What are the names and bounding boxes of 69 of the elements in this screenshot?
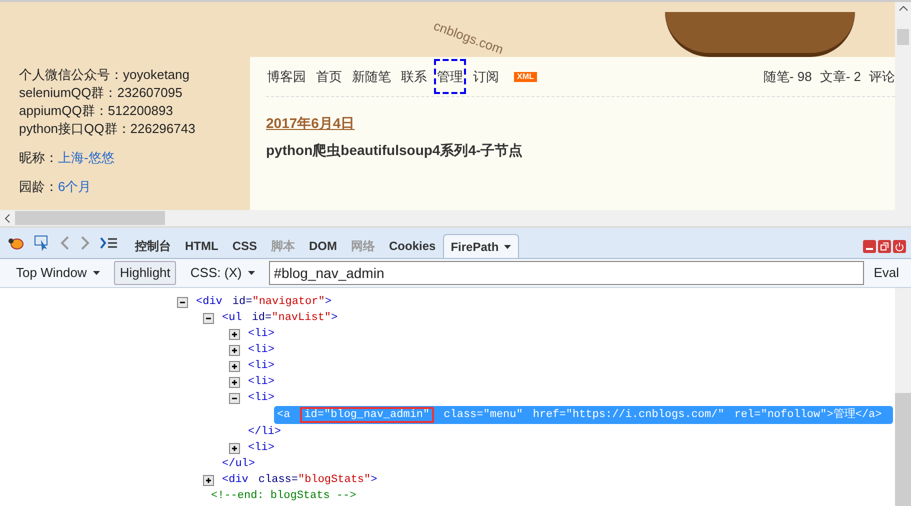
node-tag[interactable]: <div id="navigator">	[196, 294, 332, 310]
panel-tab[interactable]: Cookies	[382, 234, 443, 258]
field-link[interactable]: 6个月	[58, 178, 92, 196]
caret-icon	[248, 271, 255, 275]
bug-icon[interactable]	[8, 236, 24, 250]
comment-text: <!--end: blogStats -->	[211, 488, 356, 504]
contact-line: appiumQQ群：512200893	[19, 102, 174, 120]
stat-text: 随笔- 98	[763, 68, 812, 86]
power-icon[interactable]	[893, 240, 906, 253]
horizontal-scrollbar[interactable]	[0, 210, 911, 226]
node-tag[interactable]: <li>	[248, 358, 274, 374]
collapse-icon[interactable]	[229, 392, 240, 404]
contact-line: seleniumQQ群：232607095	[19, 84, 184, 102]
field-label: 园龄：	[19, 178, 58, 196]
node-tag[interactable]: <ul id="navList">	[222, 310, 338, 326]
query-input[interactable]: #blog_nav_admin	[268, 261, 864, 285]
command-line-icon[interactable]	[100, 237, 118, 249]
vertical-scrollbar[interactable]	[895, 288, 911, 506]
nav-link[interactable]: 订阅	[472, 66, 500, 86]
mode-select[interactable]: CSS: (X)	[182, 261, 263, 285]
node-tag[interactable]: <li>	[248, 342, 274, 358]
expand-icon[interactable]	[203, 474, 214, 486]
field-link[interactable]: 上海-悠悠	[58, 149, 114, 167]
restore-icon[interactable]	[878, 240, 891, 253]
node-tag[interactable]: <li>	[248, 390, 274, 406]
nav-link[interactable]: 管理	[436, 60, 464, 92]
scroll-thumb[interactable]	[897, 29, 909, 45]
closing-tag: </ul>	[222, 456, 256, 472]
contact-line: 个人微信公众号：yoyoketang	[19, 66, 190, 84]
scroll-up-icon[interactable]	[898, 6, 908, 11]
panel-tab[interactable]: HTML	[178, 234, 226, 258]
caret-icon	[504, 244, 511, 248]
scroll-thumb[interactable]	[895, 393, 911, 506]
nav-link[interactable]: 新随笔	[351, 66, 392, 86]
collapse-icon[interactable]	[177, 296, 188, 308]
panel-tab[interactable]: FirePath	[442, 234, 519, 258]
inspect-cursor-icon[interactable]	[34, 235, 50, 251]
minimize-icon[interactable]	[863, 240, 876, 253]
nav-link[interactable]: 联系	[400, 66, 428, 86]
stat-text: 文章- 2	[820, 68, 861, 86]
expand-icon[interactable]	[229, 344, 240, 356]
post-title-link[interactable]: python爬虫beautifulsoup4系列4-子节点	[266, 140, 523, 161]
scroll-thumb[interactable]	[15, 211, 165, 225]
stat-text: 评论	[869, 68, 895, 86]
highlight-box: id="blog_nav_admin"	[300, 407, 434, 423]
expand-icon[interactable]	[229, 360, 240, 372]
field-label: 昵称：	[19, 149, 58, 167]
eval-button[interactable]: Eval	[870, 263, 903, 283]
expand-icon[interactable]	[229, 328, 240, 340]
post-date-link[interactable]: 2017年6月4日	[266, 113, 355, 134]
expand-icon[interactable]	[229, 376, 240, 388]
closing-tag: </li>	[248, 424, 282, 440]
node-tag[interactable]: <li>	[248, 374, 274, 390]
scroll-left-icon[interactable]	[5, 214, 10, 222]
contact-line: python接口QQ群：226296743	[19, 120, 196, 138]
vertical-scrollbar[interactable]	[895, 2, 911, 210]
nav-link[interactable]: 首页	[315, 66, 343, 86]
caret-icon	[92, 271, 100, 275]
panel-tab[interactable]: CSS	[225, 234, 264, 258]
node-tag[interactable]: <li>	[248, 326, 274, 342]
highlight-button[interactable]: Highlight	[114, 261, 176, 285]
nav-link[interactable]: 博客园	[266, 66, 307, 86]
node-tag[interactable]: <div class="blogStats">	[222, 472, 378, 488]
panel-tab[interactable]: DOM	[302, 234, 344, 258]
node-tag[interactable]: <li>	[248, 440, 274, 456]
panel-tab[interactable]: 控制台	[128, 234, 178, 258]
window-select[interactable]: Top Window	[8, 261, 108, 285]
collapse-icon[interactable]	[203, 312, 214, 324]
expand-icon[interactable]	[229, 442, 240, 454]
